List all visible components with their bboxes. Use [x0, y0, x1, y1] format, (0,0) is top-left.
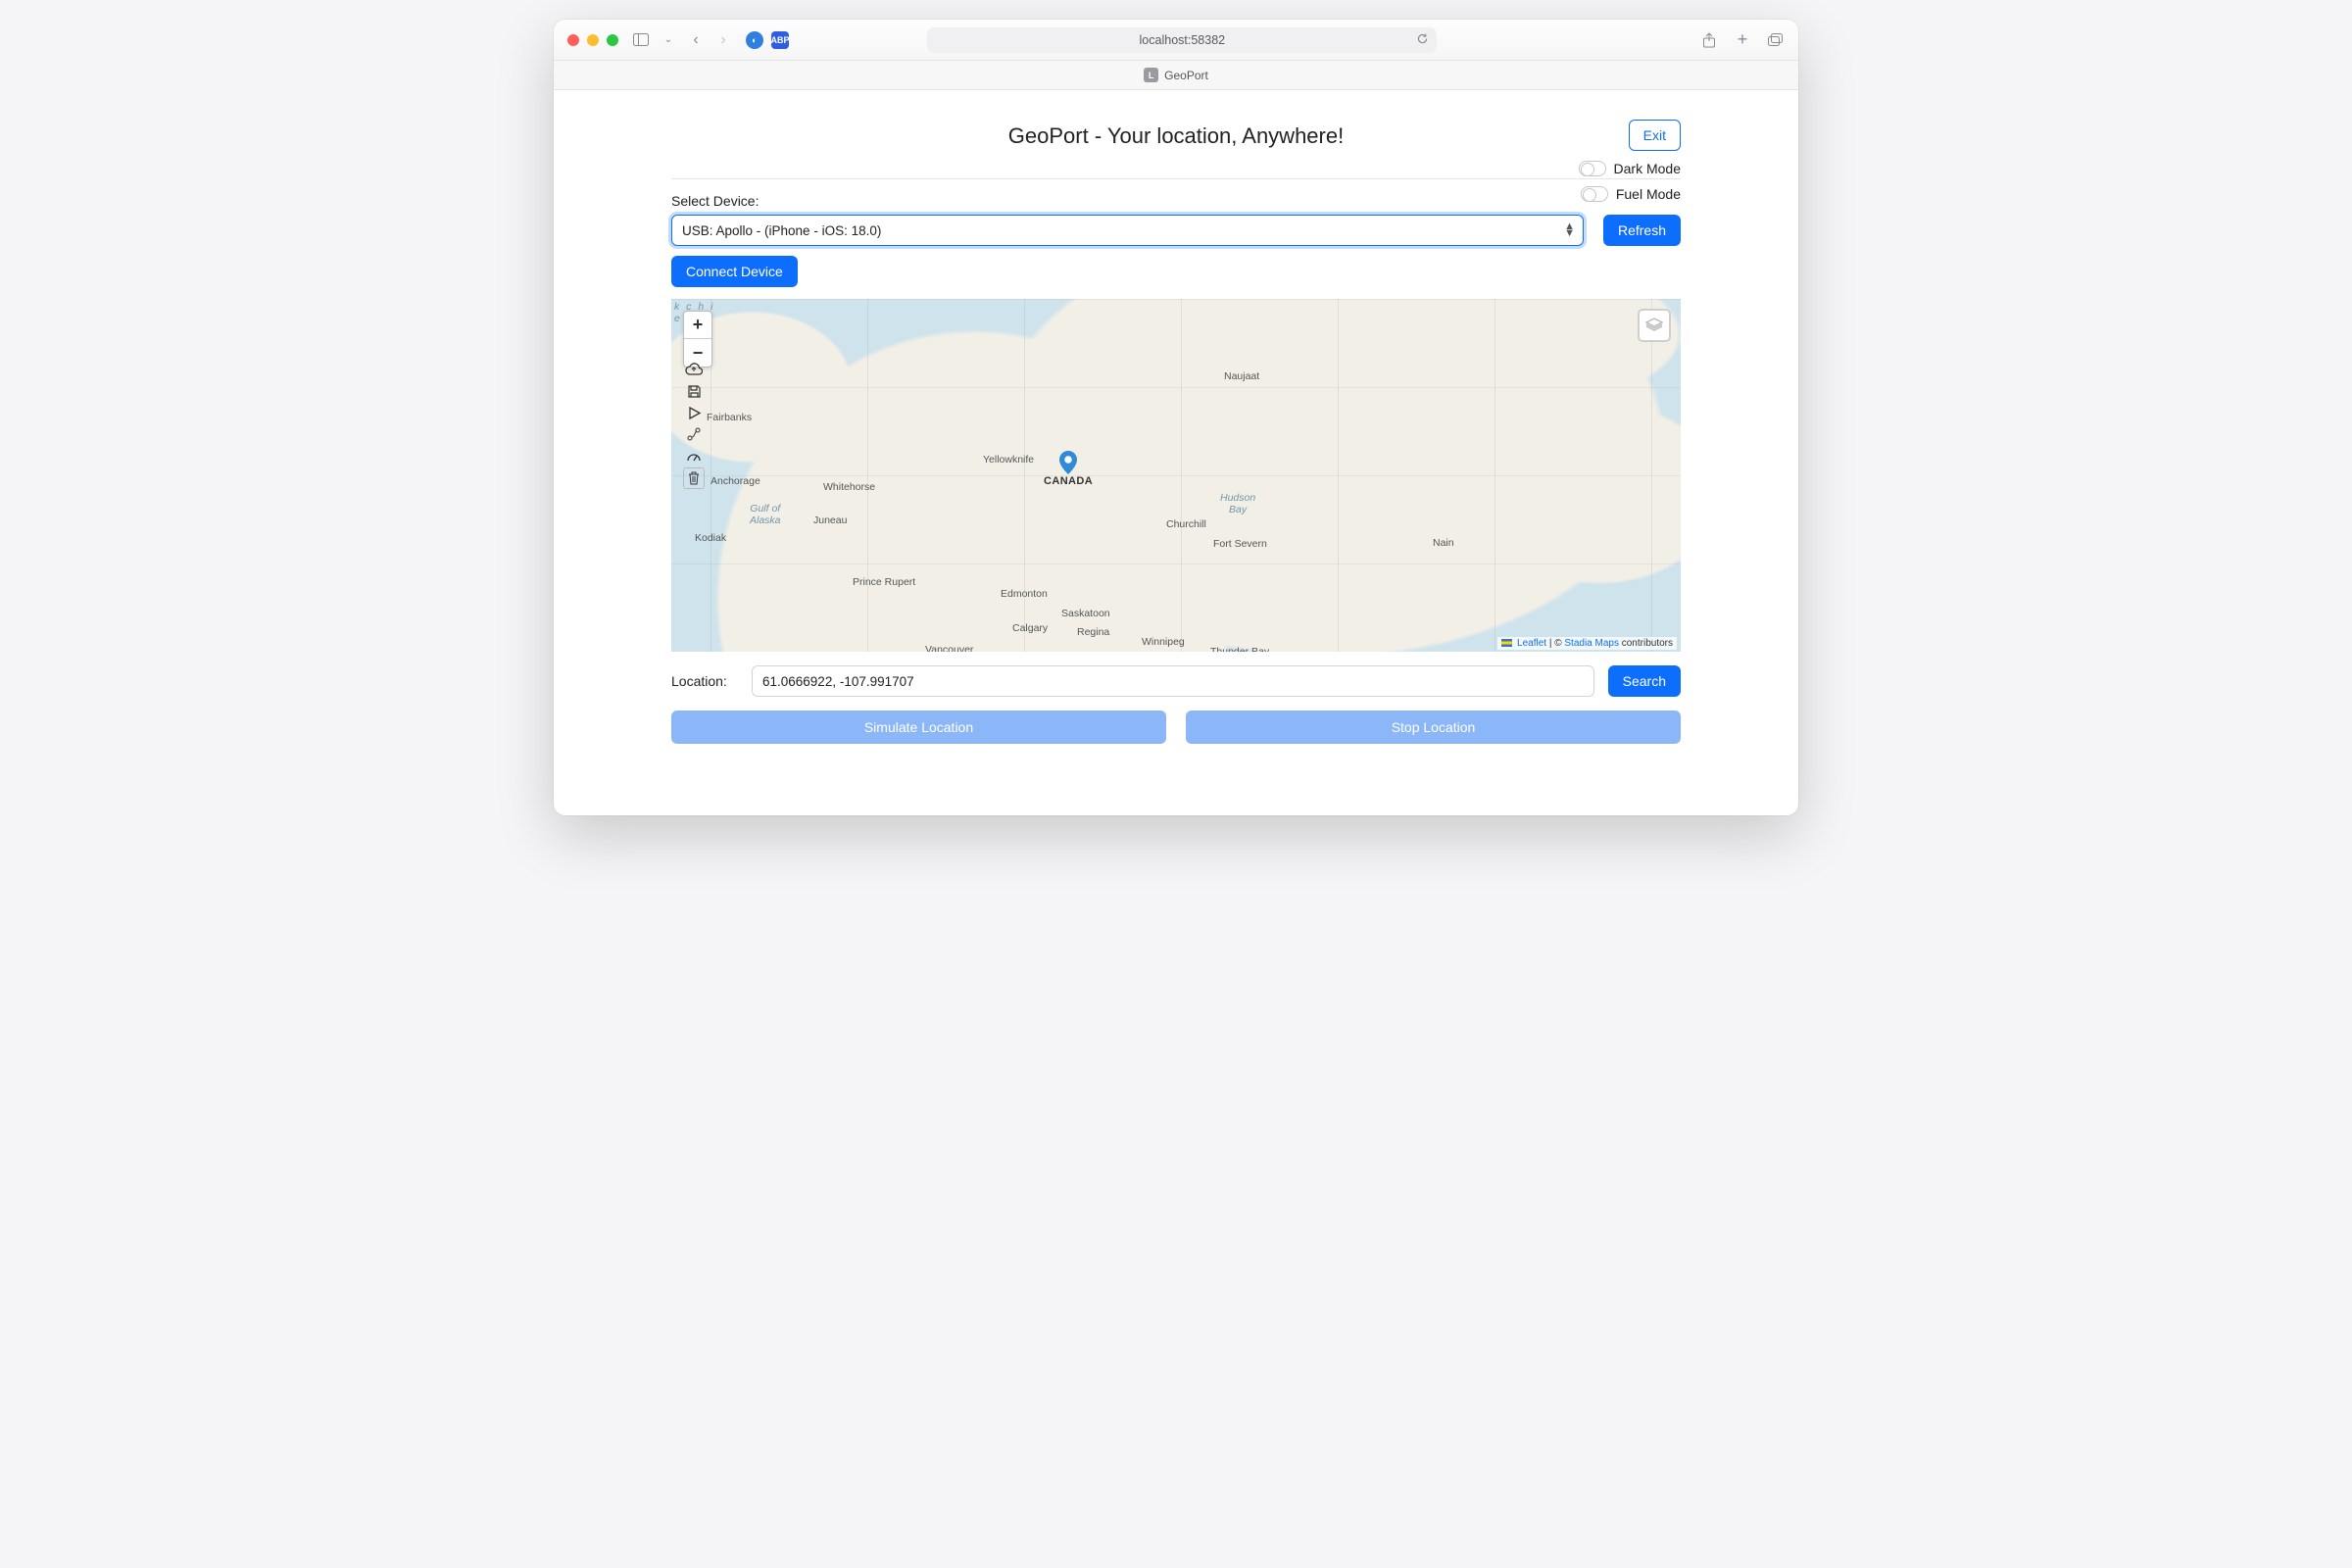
map-label-e: e	[674, 313, 680, 324]
map-label-fairbanks: Fairbanks	[707, 412, 752, 423]
stop-location-button[interactable]: Stop Location	[1186, 710, 1681, 744]
play-icon[interactable]	[683, 403, 705, 422]
connect-device-button[interactable]: Connect Device	[671, 256, 798, 287]
url-bar[interactable]: localhost:58382	[927, 27, 1437, 53]
zoom-in-button[interactable]: +	[684, 312, 711, 339]
exit-button[interactable]: Exit	[1629, 120, 1681, 151]
map-label-saskatoon: Saskatoon	[1061, 608, 1110, 619]
map-label-hudson-bay: Hudson Bay	[1220, 492, 1255, 515]
map-label-calgary: Calgary	[1012, 622, 1048, 634]
map-label-regina: Regina	[1077, 626, 1109, 638]
tabs-overview-icon[interactable]	[1767, 31, 1785, 49]
refresh-button[interactable]: Refresh	[1603, 215, 1681, 246]
select-chevrons-icon: ▲▼	[1564, 223, 1575, 237]
fuel-mode-toggle[interactable]	[1581, 186, 1608, 202]
map-label-juneau: Juneau	[813, 514, 847, 526]
map-label-edmonton: Edmonton	[1001, 588, 1048, 600]
titlebar: ⌄ ‹ › ◐ ABP localhost:58382 +	[554, 20, 1798, 61]
route-icon[interactable]	[683, 424, 705, 444]
abp-extension-icon[interactable]: ABP	[771, 31, 789, 49]
map-label-canada: CANADA	[1044, 475, 1093, 487]
simulate-location-button[interactable]: Simulate Location	[671, 710, 1166, 744]
select-device-label: Select Device:	[671, 193, 1681, 209]
map-label-yellowknife: Yellowknife	[983, 454, 1034, 466]
map-label-anchorage: Anchorage	[710, 475, 760, 487]
device-select[interactable]: USB: Apollo - (iPhone - iOS: 18.0) ▲▼	[671, 215, 1584, 246]
map-label-vancouver: Vancouver	[925, 644, 973, 652]
map-label-kodiak: Kodiak	[695, 532, 726, 544]
stadia-link[interactable]: Stadia Maps	[1564, 638, 1619, 649]
minimize-window-button[interactable]	[587, 34, 599, 46]
map-label-fort-severn: Fort Severn	[1213, 538, 1267, 550]
dark-mode-toggle[interactable]	[1579, 161, 1606, 176]
tab-title[interactable]: GeoPort	[1164, 69, 1208, 82]
extension-icon-1[interactable]: ◐	[746, 31, 763, 49]
map-side-tools	[683, 360, 705, 489]
page-content: GeoPort - Your location, Anywhere! Exit …	[554, 90, 1798, 815]
map-attribution: Leaflet | © Stadia Maps contributors	[1497, 637, 1677, 650]
gauge-icon[interactable]	[683, 446, 705, 466]
map-label-winnipeg: Winnipeg	[1142, 636, 1185, 648]
cloud-icon[interactable]	[683, 360, 705, 379]
map-label-gulf-alaska: Gulf of Alaska	[750, 503, 781, 526]
trash-icon[interactable]	[683, 467, 705, 489]
search-button[interactable]: Search	[1608, 665, 1681, 697]
dark-mode-label: Dark Mode	[1614, 161, 1681, 176]
fuel-mode-label: Fuel Mode	[1616, 186, 1681, 202]
page-title: GeoPort - Your location, Anywhere!	[1008, 123, 1344, 149]
tab-favicon: L	[1144, 68, 1158, 82]
divider	[671, 178, 1681, 179]
browser-window: ⌄ ‹ › ◐ ABP localhost:58382 + L GeoPort	[554, 20, 1798, 815]
tab-bar: L GeoPort	[554, 61, 1798, 90]
map-label-naujaat: Naujaat	[1224, 370, 1259, 382]
map-grid	[671, 299, 1681, 652]
close-window-button[interactable]	[567, 34, 579, 46]
location-label: Location:	[671, 673, 738, 689]
reload-icon[interactable]	[1416, 32, 1429, 48]
map[interactable]: k c h i e Fairbanks Anchorage Kodiak Jun…	[671, 299, 1681, 652]
device-select-value: USB: Apollo - (iPhone - iOS: 18.0)	[682, 223, 881, 238]
sidebar-toggle-icon[interactable]	[632, 31, 650, 49]
save-icon[interactable]	[683, 381, 705, 401]
map-label-prince-rupert: Prince Rupert	[853, 576, 915, 588]
share-icon[interactable]	[1700, 31, 1718, 49]
leaflet-link[interactable]: Leaflet	[1517, 638, 1546, 649]
maximize-window-button[interactable]	[607, 34, 618, 46]
new-tab-icon[interactable]: +	[1734, 31, 1751, 49]
map-pin-icon[interactable]	[1059, 451, 1077, 474]
map-label-whitehorse: Whitehorse	[823, 481, 875, 493]
forward-button[interactable]: ›	[714, 31, 732, 49]
chevron-down-icon[interactable]: ⌄	[660, 31, 677, 49]
map-label-churchill: Churchill	[1166, 518, 1206, 530]
layers-control[interactable]	[1638, 309, 1671, 342]
ukraine-flag-icon	[1501, 639, 1512, 647]
map-label-nain: Nain	[1433, 537, 1454, 549]
traffic-lights	[567, 34, 618, 46]
url-text: localhost:58382	[1140, 33, 1226, 47]
back-button[interactable]: ‹	[687, 31, 705, 49]
map-label-thunder-bay: Thunder Bay	[1210, 646, 1269, 652]
location-input[interactable]	[752, 665, 1594, 697]
